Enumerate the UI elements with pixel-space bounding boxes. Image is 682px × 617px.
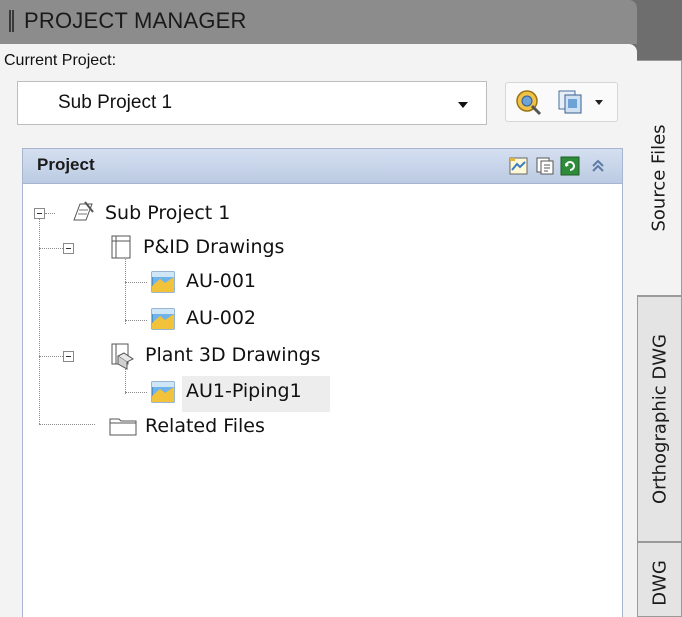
tree-item-pid-folder[interactable]: P&ID Drawings [143,236,284,258]
tab-label: Source Files [648,124,670,232]
dropdown-arrow-icon[interactable] [458,102,468,108]
section-title: Project [37,155,95,174]
tree-item-root[interactable]: Sub Project 1 [105,202,230,224]
tree-item-drawing[interactable]: AU-001 [186,270,256,292]
collapse-chevron-icon[interactable] [589,157,607,175]
tab-label: Orthographic DWG [649,334,670,504]
tree-connector [39,424,95,425]
tab-dwg[interactable]: DWG [637,542,682,617]
tab-source-files[interactable]: Source Files [637,60,682,296]
tree-item-drawing-selected[interactable]: AU1-Piping1 [186,380,302,402]
tree-connector [125,282,147,283]
chevron-down-icon[interactable] [594,99,604,107]
current-project-value: Sub Project 1 [58,92,173,113]
pid-folder-icon [111,235,131,259]
title-bar[interactable]: PROJECT MANAGER [0,0,637,44]
tree-connector [125,254,126,324]
folder-icon [109,418,137,436]
drag-grip-icon[interactable] [9,10,14,32]
project-actions-icon[interactable] [556,88,588,116]
tree-connector [125,320,147,321]
tree-item-plant3d-folder[interactable]: Plant 3D Drawings [145,344,321,366]
new-drawing-icon[interactable] [509,156,529,176]
tree-item-drawing[interactable]: AU-002 [186,307,256,329]
collapse-toggle[interactable] [63,243,74,254]
current-project-dropdown[interactable]: Sub Project 1 [17,81,487,125]
drawing-file-icon [151,381,175,403]
refresh-icon[interactable] [560,156,580,176]
project-section-header: Project [22,148,623,184]
project-toolbar [505,82,618,122]
collapse-toggle[interactable] [63,351,74,362]
tree-connector [39,213,40,424]
project-settings-icon[interactable] [514,88,544,116]
current-project-label: Current Project: [4,52,117,69]
panel-title: PROJECT MANAGER [24,8,247,33]
tree-connector [45,213,55,214]
drawing-file-icon [151,308,175,330]
tab-orthographic-dwg[interactable]: Orthographic DWG [637,296,682,542]
project-tree[interactable]: Sub Project 1 P&ID Drawings AU-001 AU-00… [22,184,623,617]
collapse-toggle[interactable] [34,208,45,219]
project-icon [73,201,94,221]
tree-item-related-files[interactable]: Related Files [145,415,265,437]
tree-connector [125,392,147,393]
copy-drawing-icon[interactable] [535,156,555,176]
plant3d-folder-icon [111,343,134,370]
drawing-file-icon [151,271,175,293]
tab-label: DWG [649,560,670,606]
